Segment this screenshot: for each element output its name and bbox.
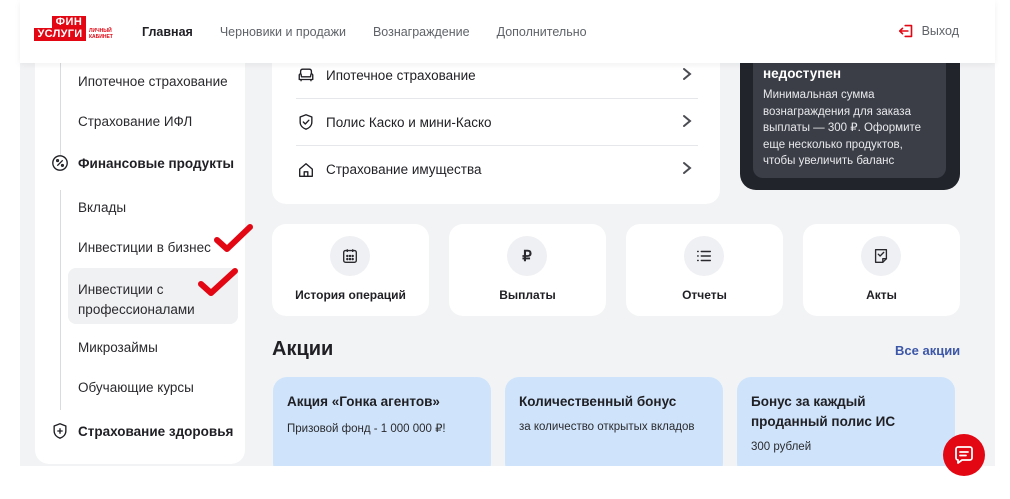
- top-navigation-bar: ФИН УСЛУГИ ЛИЧНЫЙ КАБИНЕТ Главная Чернов…: [20, 0, 995, 63]
- finuslugi-logo[interactable]: ФИН УСЛУГИ ЛИЧНЫЙ КАБИНЕТ: [34, 16, 114, 42]
- nav-item-rewards[interactable]: Вознаграждение: [373, 25, 470, 39]
- sidebar-item-mortgage-insurance[interactable]: Ипотечное страхование: [78, 74, 228, 89]
- tile-label: История операций: [295, 288, 406, 302]
- list-icon: [684, 236, 724, 276]
- sidebar-item-property-insurance[interactable]: Страхование ИФЛ: [78, 114, 192, 129]
- sofa-icon: [296, 65, 316, 85]
- percent-icon: [52, 155, 68, 171]
- sidebar-group-financial-products[interactable]: Финансовые продукты: [51, 154, 234, 172]
- insurance-products-card: Ипотечное страхование Полис Каско и мини…: [272, 40, 720, 204]
- list-item-label: Полис Каско и мини-Каско: [326, 114, 492, 130]
- chevron-right-icon: [683, 68, 692, 80]
- checkmark-icon: [214, 224, 253, 252]
- chat-button[interactable]: [943, 434, 985, 476]
- promo-card-desc: Призовой фонд - 1 000 000 ₽!: [287, 423, 446, 435]
- sidebar-item-courses[interactable]: Обучающие курсы: [78, 380, 194, 395]
- chevron-right-icon: [683, 162, 692, 174]
- chat-icon: [955, 446, 973, 464]
- list-item-casco[interactable]: Полис Каско и мини-Каско: [296, 99, 698, 146]
- tile-label: Выплаты: [499, 288, 556, 302]
- promo-card[interactable]: Количественный бонус за количество откры…: [505, 377, 723, 477]
- chevron-right-icon: [683, 115, 692, 127]
- list-item-label: Ипотечное страхование: [326, 67, 476, 83]
- promo-card[interactable]: Акция «Гонка агентов» Призовой фонд - 1 …: [273, 377, 491, 477]
- house-icon: [296, 160, 316, 180]
- tile-payouts[interactable]: ₽ Выплаты: [449, 224, 606, 316]
- withdraw-card-title: недоступен: [763, 66, 842, 81]
- sidebar-item-microloans[interactable]: Микрозаймы: [78, 340, 158, 355]
- ruble-icon: ₽: [507, 236, 547, 276]
- promo-card[interactable]: Бонус за каждый проданный полис ИС 300 р…: [737, 377, 955, 477]
- logo-subtitle: ЛИЧНЫЙ КАБИНЕТ: [89, 28, 113, 40]
- tile-label: Отчеты: [682, 288, 727, 302]
- withdraw-card-text: Минимальная сумма вознаграждения для зак…: [763, 89, 922, 167]
- sidebar-group-label: Страхование здоровья: [78, 423, 234, 439]
- list-item-property-insurance[interactable]: Страхование имущества: [296, 146, 698, 193]
- sidebar-group-label: Финансовые продукты: [78, 155, 235, 171]
- tile-operations-history[interactable]: История операций: [272, 224, 429, 316]
- promo-card-desc: за количество открытых вкладов: [519, 421, 695, 433]
- calendar-icon: [330, 236, 370, 276]
- logout-icon: [898, 24, 912, 38]
- promo-card-title: Акция «Гонка агентов»: [287, 394, 440, 409]
- logout-button[interactable]: Выход: [898, 22, 959, 40]
- page-bottom-margin: [0, 466, 1010, 499]
- all-promotions-link[interactable]: Все акции: [895, 343, 960, 358]
- list-item-label: Страхование имущества: [326, 162, 482, 177]
- sidebar-tree-line: [60, 60, 61, 155]
- tile-reports[interactable]: Отчеты: [626, 224, 783, 316]
- promo-card-title: Количественный бонус: [519, 394, 677, 409]
- checkmark-icon: [198, 268, 238, 296]
- logo-bottom-text: УСЛУГИ: [34, 28, 86, 41]
- sidebar-item-business-investments[interactable]: Инвестиции в бизнес: [78, 240, 211, 255]
- nav-item-home[interactable]: Главная: [142, 25, 193, 39]
- shield-plus-icon: [53, 423, 67, 439]
- promo-card-desc: 300 рублей: [751, 441, 812, 453]
- sidebar-group-health-insurance[interactable]: Страхование здоровья: [51, 422, 233, 440]
- logout-label: Выход: [921, 24, 959, 38]
- shield-check-icon: [296, 112, 316, 132]
- nav-item-more[interactable]: Дополнительно: [497, 25, 587, 39]
- tile-label: Акты: [866, 288, 897, 302]
- sidebar-item-deposits[interactable]: Вклады: [78, 200, 126, 215]
- document-icon: [861, 236, 901, 276]
- promo-card-title: Бонус за каждый проданный полис ИС: [751, 394, 896, 429]
- promotions-heading: Акции: [272, 338, 334, 360]
- tile-acts[interactable]: Акты: [803, 224, 960, 316]
- nav-item-drafts[interactable]: Черновики и продажи: [220, 25, 346, 39]
- sidebar-tree-line: [60, 190, 61, 410]
- main-nav: Главная Черновики и продажи Вознагражден…: [142, 0, 587, 63]
